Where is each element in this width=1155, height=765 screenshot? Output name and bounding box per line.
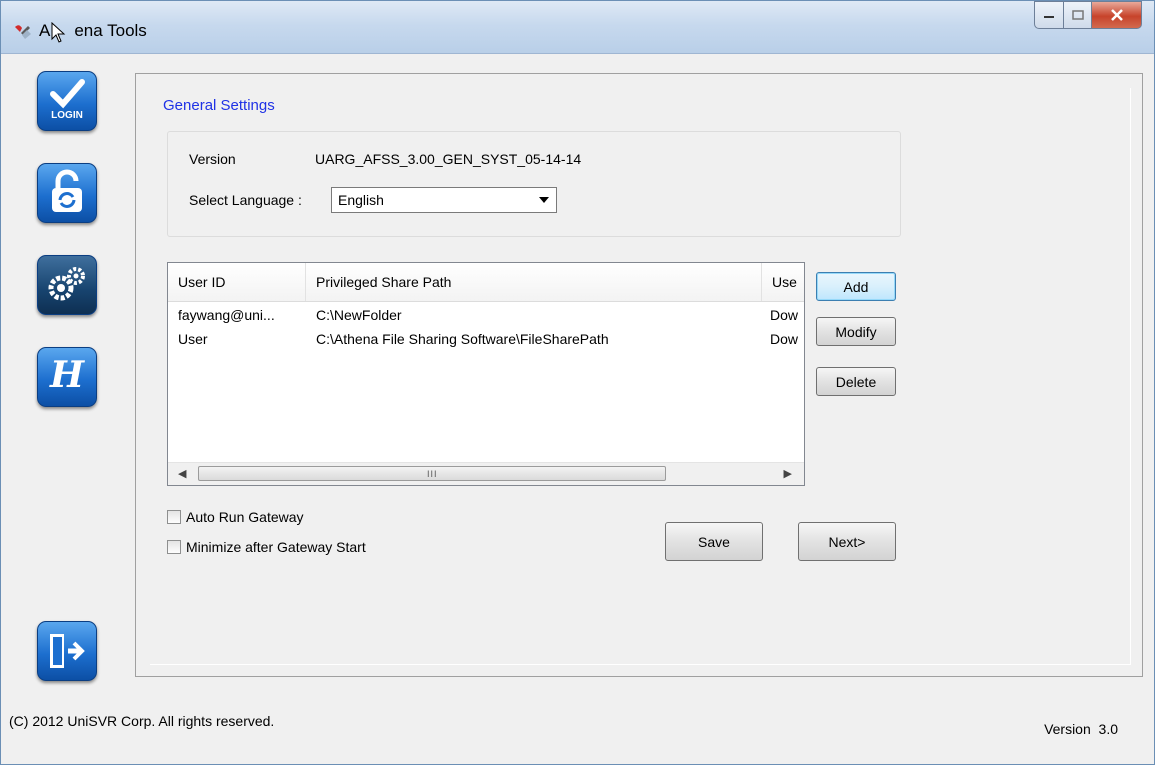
minimize-label: Minimize after Gateway Start xyxy=(186,539,366,555)
chevron-down-icon xyxy=(539,197,549,203)
sidebar: LOGIN H xyxy=(1,53,135,693)
version-footer: Version 3.0 xyxy=(1044,721,1118,737)
unlock-refresh-icon xyxy=(52,169,82,212)
delete-button[interactable]: Delete xyxy=(816,367,896,396)
cell-use: Dow xyxy=(770,331,799,347)
minimize-checkbox[interactable]: Minimize after Gateway Start xyxy=(167,539,366,555)
scroll-left-icon[interactable]: ◀ xyxy=(178,467,186,480)
cell-user-id: faywang@uni... xyxy=(178,307,275,323)
scroll-thumb[interactable]: III xyxy=(198,466,666,481)
auto-run-label: Auto Run Gateway xyxy=(186,509,304,525)
checkbox-box[interactable] xyxy=(167,540,181,554)
language-value: English xyxy=(338,192,384,208)
copyright-text: (C) 2012 UniSVR Corp. All rights reserve… xyxy=(9,713,275,729)
help-h-icon: H xyxy=(49,354,84,396)
version-label: Version xyxy=(189,151,236,167)
column-header-path[interactable]: Privileged Share Path xyxy=(306,263,762,301)
cell-user-id: User xyxy=(178,331,208,347)
version-value: UARG_AFSS_3.00_GEN_SYST_05-14-14 xyxy=(315,151,582,167)
table-row[interactable]: User C:\Athena File Sharing Software\Fil… xyxy=(168,331,804,351)
close-icon xyxy=(1110,9,1123,21)
horizontal-scrollbar[interactable]: ◀ III ▶ xyxy=(168,462,804,485)
add-button[interactable]: Add xyxy=(816,272,896,301)
window-controls xyxy=(1034,1,1142,31)
cell-use: Dow xyxy=(770,307,799,323)
maximize-icon xyxy=(1071,10,1084,20)
title-bar[interactable]: Aena Tools xyxy=(1,1,1154,54)
modify-button[interactable]: Modify xyxy=(816,317,896,346)
language-label: Select Language : xyxy=(189,192,302,208)
app-logo-icon xyxy=(15,25,31,39)
next-button[interactable]: Next> xyxy=(798,522,896,561)
save-button[interactable]: Save xyxy=(665,522,763,561)
column-header-user-id[interactable]: User ID xyxy=(168,263,306,301)
auto-run-checkbox[interactable]: Auto Run Gateway xyxy=(167,509,304,525)
share-path-table[interactable]: User ID Privileged Share Path Use faywan… xyxy=(167,262,805,486)
maximize-button[interactable] xyxy=(1064,1,1092,29)
mouse-cursor-icon xyxy=(51,22,66,43)
sidebar-item-settings[interactable] xyxy=(37,255,97,315)
login-label: LOGIN xyxy=(51,110,83,121)
general-groupbox xyxy=(167,131,901,237)
sidebar-item-unlock[interactable] xyxy=(37,163,97,223)
sidebar-item-exit[interactable] xyxy=(37,621,97,681)
gears-icon xyxy=(48,267,85,301)
general-settings-title: General Settings xyxy=(163,97,275,114)
checkbox-box[interactable] xyxy=(167,510,181,524)
minimize-button[interactable] xyxy=(1034,1,1064,29)
scroll-grip: III xyxy=(427,469,438,479)
cell-path: C:\Athena File Sharing Software\FileShar… xyxy=(316,331,609,347)
minimize-icon xyxy=(1044,16,1054,18)
table-row[interactable]: faywang@uni... C:\NewFolder Dow xyxy=(168,307,804,327)
scroll-right-icon[interactable]: ▶ xyxy=(784,467,792,480)
exit-door-icon xyxy=(50,634,85,668)
sidebar-item-login[interactable]: LOGIN xyxy=(37,71,97,131)
cell-path: C:\NewFolder xyxy=(316,307,402,323)
sidebar-item-help[interactable]: H xyxy=(37,347,97,407)
table-header: User ID Privileged Share Path Use xyxy=(168,263,804,302)
column-header-use[interactable]: Use xyxy=(762,263,804,301)
app-window: Aena Tools LOGIN H General Settings Vers… xyxy=(0,0,1155,765)
close-button[interactable] xyxy=(1092,1,1142,29)
language-select[interactable]: English xyxy=(331,187,557,213)
login-check-icon xyxy=(50,79,85,109)
